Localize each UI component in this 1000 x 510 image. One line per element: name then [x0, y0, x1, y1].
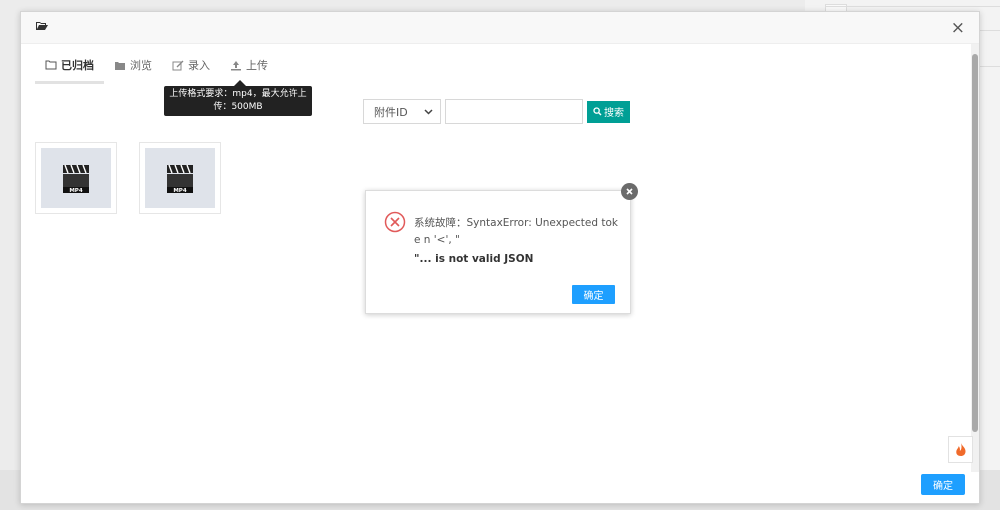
- error-message-detail: "... is not valid JSON: [414, 253, 534, 265]
- search-input[interactable]: [445, 99, 583, 124]
- folder-open-icon: [36, 22, 48, 30]
- vertical-scrollbar[interactable]: [971, 44, 979, 472]
- error-message-line: 系统故障：SyntaxError: Unexpected toke n '<',…: [414, 217, 619, 246]
- search-icon: [593, 107, 602, 116]
- tab-entry[interactable]: 录入: [162, 52, 220, 78]
- tab-bar: 已归档 浏览 录入 上传: [35, 52, 278, 84]
- upload-tooltip: 上传格式要求：mp4，最大允许上 传：500MB: [164, 80, 312, 116]
- tab-label: 已归档: [61, 58, 94, 72]
- mp4-video-icon: MP4: [63, 164, 89, 194]
- tab-label: 录入: [188, 59, 210, 72]
- background-divider: [825, 6, 1000, 7]
- file-item[interactable]: MP4: [35, 142, 117, 214]
- tab-archived[interactable]: 已归档: [35, 52, 104, 84]
- file-type-label: MP4: [173, 188, 187, 194]
- tab-browse[interactable]: 浏览: [104, 52, 162, 78]
- search-button-label: 搜索: [604, 108, 624, 119]
- file-type-label: MP4: [69, 188, 83, 194]
- select-value: 附件ID: [374, 105, 408, 119]
- file-thumbnail: MP4: [41, 148, 111, 208]
- tab-label: 上传: [246, 59, 268, 72]
- mp4-video-icon: MP4: [167, 164, 193, 194]
- error-message: 系统故障：SyntaxError: Unexpected toke n '<',…: [414, 215, 619, 268]
- search-field-select[interactable]: 附件ID: [363, 99, 441, 124]
- dialog-close-button[interactable]: [621, 183, 638, 200]
- modal-close-button[interactable]: ×: [951, 18, 965, 38]
- flame-icon: [955, 443, 966, 456]
- edit-icon: [172, 60, 184, 70]
- folder-icon: [115, 61, 125, 70]
- close-icon: [626, 188, 633, 195]
- tooltip-line: 传：500MB: [213, 102, 263, 112]
- search-button[interactable]: 搜索: [587, 100, 630, 123]
- error-icon: [384, 211, 406, 233]
- tooltip-line: 上传格式要求：mp4，最大允许上: [169, 89, 307, 99]
- modal-confirm-button[interactable]: 确定: [921, 474, 965, 495]
- tab-label: 浏览: [130, 59, 152, 72]
- chevron-down-icon: [424, 108, 433, 115]
- error-dialog: 系统故障：SyntaxError: Unexpected toke n '<',…: [365, 183, 638, 314]
- file-item[interactable]: MP4: [139, 142, 221, 214]
- attachment-modal: × 已归档 浏览 录入 上传 上传格式要求：mp4，最大允许上 传：500MB …: [20, 11, 980, 504]
- tab-upload[interactable]: 上传: [220, 52, 278, 78]
- file-thumbnail: MP4: [145, 148, 215, 208]
- flame-float-button[interactable]: [948, 436, 973, 463]
- search-bar: 附件ID 搜索: [363, 99, 630, 124]
- archive-icon: [45, 60, 57, 70]
- scrollbar-thumb[interactable]: [972, 54, 978, 432]
- upload-icon: [231, 60, 241, 70]
- modal-header: ×: [21, 12, 979, 44]
- dialog-ok-button[interactable]: 确定: [572, 285, 615, 304]
